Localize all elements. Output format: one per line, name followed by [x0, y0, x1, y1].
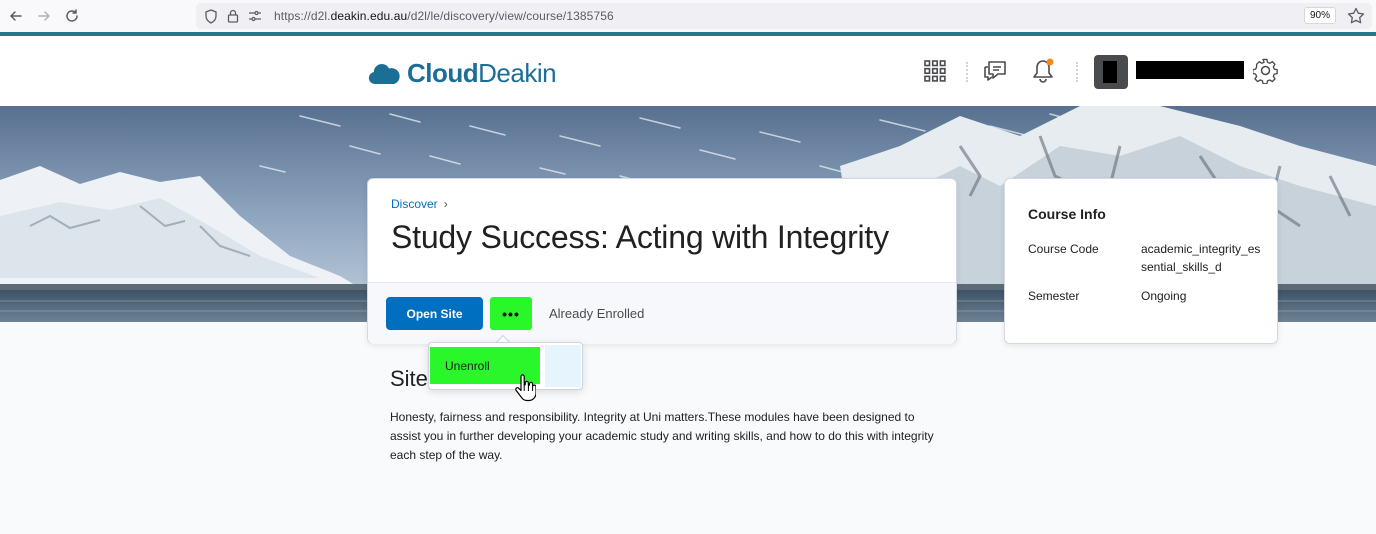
- site-heading: Site: [390, 366, 428, 391]
- back-arrow-icon[interactable]: [2, 2, 30, 30]
- course-card: Discover › Study Success: Acting with In…: [367, 178, 957, 344]
- reload-icon[interactable]: [58, 2, 86, 30]
- message-alerts-icon[interactable]: [982, 58, 1008, 84]
- url-path: /d2l/le/discovery/view/course/1385756: [407, 9, 614, 23]
- semester-value: Ongoing: [1141, 289, 1187, 303]
- hand-pointer-cursor-icon: [514, 374, 537, 402]
- dropdown-hover-highlight: [545, 345, 581, 387]
- address-bar[interactable]: https://d2l.deakin.edu.au/d2l/le/discove…: [196, 3, 1372, 29]
- breadcrumb: Discover ›: [391, 197, 448, 211]
- lock-icon[interactable]: [224, 7, 242, 25]
- more-options-button[interactable]: •••: [490, 297, 532, 330]
- logo-text: CloudDeakin: [407, 58, 557, 89]
- notification-bell-icon[interactable]: [1030, 58, 1056, 84]
- forward-arrow-icon[interactable]: [30, 2, 58, 30]
- page-title: Study Success: Acting with Integrity: [391, 219, 889, 255]
- open-site-button[interactable]: Open Site: [386, 297, 483, 330]
- course-code-label: Course Code: [1028, 242, 1099, 256]
- bookmark-star-icon[interactable]: [1346, 6, 1366, 26]
- site-header: CloudDeakin: [0, 36, 1376, 106]
- breadcrumb-discover-link[interactable]: Discover: [391, 197, 438, 211]
- course-info-card: Course Info Course Code academic_integri…: [1004, 178, 1278, 344]
- course-code-value: academic_integrity_essential_skills_d: [1141, 242, 1261, 274]
- site-description: Honesty, fairness and responsibility. In…: [390, 410, 934, 462]
- gear-icon[interactable]: [1253, 58, 1279, 84]
- shield-icon[interactable]: [202, 7, 220, 25]
- semester-label: Semester: [1028, 289, 1080, 303]
- course-info-title: Course Info: [1028, 206, 1106, 222]
- more-options-dropdown: Unenroll: [428, 342, 583, 390]
- enrollment-status: Already Enrolled: [549, 306, 645, 321]
- chevron-right-icon: ›: [443, 197, 448, 211]
- username-redacted[interactable]: [1136, 61, 1244, 79]
- cloud-logo-icon: [368, 63, 400, 84]
- course-card-actions: Open Site ••• Already Enrolled: [368, 282, 956, 344]
- clouddeakin-logo[interactable]: CloudDeakin: [367, 58, 557, 89]
- logo-text-bold: Cloud: [407, 58, 479, 88]
- zoom-level-badge[interactable]: 90%: [1303, 7, 1336, 24]
- logo-text-light: Deakin: [478, 58, 557, 88]
- browser-toolbar: https://d2l.deakin.edu.au/d2l/le/discove…: [0, 0, 1376, 32]
- avatar[interactable]: [1094, 55, 1128, 89]
- permissions-icon[interactable]: [246, 7, 264, 25]
- header-divider: [966, 62, 968, 82]
- waffle-menu-icon[interactable]: [922, 58, 948, 84]
- header-divider: [1076, 62, 1078, 82]
- avatar-redaction: [1103, 61, 1117, 83]
- url-text[interactable]: https://d2l.deakin.edu.au/d2l/le/discove…: [274, 9, 614, 23]
- url-domain: deakin.edu.au: [330, 9, 408, 23]
- url-prefix: https://d2l.: [274, 9, 331, 23]
